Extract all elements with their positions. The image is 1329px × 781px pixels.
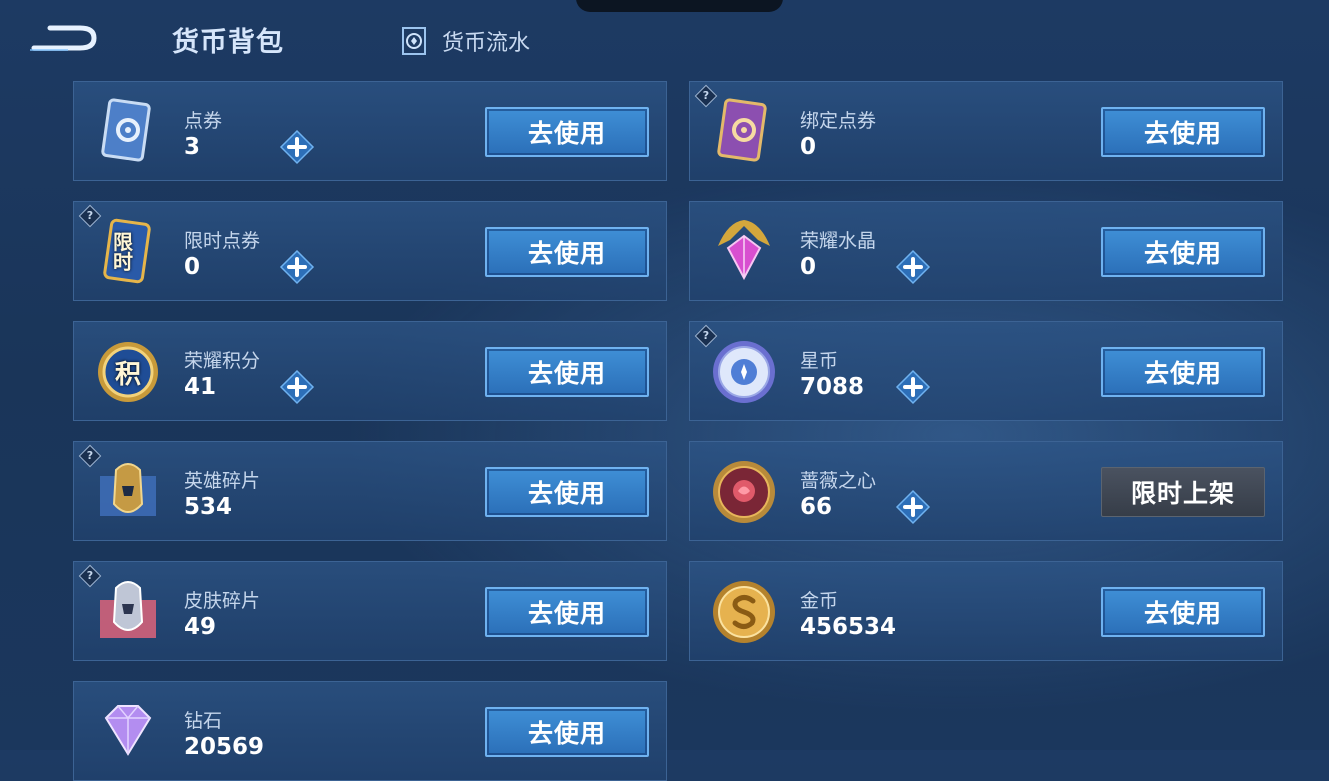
currency-card: 蔷薇之心 66 限时上架 (689, 441, 1283, 541)
top-notch (576, 0, 783, 12)
use-button[interactable]: 去使用 (1101, 347, 1265, 397)
currency-flow-label: 货币流水 (442, 31, 531, 56)
glory-crystal-icon (708, 216, 780, 288)
use-button[interactable]: 去使用 (485, 347, 649, 397)
currency-name: 钻石 (184, 710, 223, 732)
currency-card: 积 荣耀积分 41 去使用 (73, 321, 667, 421)
add-currency-button[interactable] (279, 249, 315, 285)
gold-coin-icon (708, 576, 780, 648)
add-currency-button[interactable] (895, 489, 931, 525)
currency-name: 点券 (184, 110, 223, 132)
add-currency-button[interactable] (279, 129, 315, 165)
currency-card: 点券 3 去使用 (73, 81, 667, 181)
plus-icon (895, 369, 931, 405)
currency-card: ? 英雄碎片 534 去使用 (73, 441, 667, 541)
use-button[interactable]: 去使用 (485, 467, 649, 517)
plus-icon (895, 489, 931, 525)
limited-listing-button[interactable]: 限时上架 (1101, 467, 1265, 517)
back-button[interactable] (28, 22, 98, 56)
currency-name: 蔷薇之心 (800, 470, 877, 492)
currency-amount: 66 (800, 494, 833, 520)
bound-coupon-card-icon (708, 96, 780, 168)
currency-amount: 49 (184, 614, 217, 640)
add-currency-button[interactable] (895, 369, 931, 405)
use-button[interactable]: 去使用 (485, 107, 649, 157)
currency-amount: 0 (800, 134, 817, 160)
currency-amount: 456534 (800, 614, 897, 640)
add-currency-button[interactable] (895, 249, 931, 285)
use-button[interactable]: 去使用 (485, 227, 649, 277)
hero-fragment-icon (92, 456, 164, 528)
currency-amount: 3 (184, 134, 201, 160)
currency-card: ? 星币 7088 去使用 (689, 321, 1283, 421)
currency-card: 钻石 20569 去使用 (73, 681, 667, 781)
currency-card: ? 限时 限时点券 0 去使用 (73, 201, 667, 301)
currency-amount: 20569 (184, 734, 265, 760)
currency-card: ? 皮肤碎片 49 去使用 (73, 561, 667, 661)
currency-name: 绑定点券 (800, 110, 877, 132)
currency-amount: 534 (184, 494, 233, 520)
skin-fragment-icon (92, 576, 164, 648)
page-title: 货币背包 (172, 27, 284, 58)
currency-name: 皮肤碎片 (184, 590, 261, 612)
currency-name: 星币 (800, 350, 839, 372)
currency-name: 金币 (800, 590, 839, 612)
currency-amount: 41 (184, 374, 217, 400)
diamond-icon (92, 696, 164, 768)
plus-icon (895, 249, 931, 285)
currency-card: 荣耀水晶 0 去使用 (689, 201, 1283, 301)
currency-flow-button[interactable]: 货币流水 (398, 24, 530, 58)
plus-icon (279, 129, 315, 165)
use-button[interactable]: 去使用 (1101, 107, 1265, 157)
currency-card: 金币 456534 去使用 (689, 561, 1283, 661)
currency-card: ? 绑定点券 0 去使用 (689, 81, 1283, 181)
currency-amount: 0 (800, 254, 817, 280)
back-arrow-icon (30, 25, 97, 51)
currency-amount: 0 (184, 254, 201, 280)
icon-text: 限时 (113, 230, 133, 274)
currency-amount: 7088 (800, 374, 865, 400)
use-button[interactable]: 去使用 (485, 587, 649, 637)
rose-heart-icon (708, 456, 780, 528)
star-coin-icon (708, 336, 780, 408)
use-button[interactable]: 去使用 (1101, 587, 1265, 637)
icon-text: 积 (114, 359, 141, 390)
add-currency-button[interactable] (279, 369, 315, 405)
currency-name: 英雄碎片 (184, 470, 261, 492)
currency-name: 荣耀积分 (184, 350, 261, 372)
limited-coupon-icon: 限时 (92, 216, 164, 288)
use-button[interactable]: 去使用 (1101, 227, 1265, 277)
plus-icon (279, 369, 315, 405)
plus-icon (279, 249, 315, 285)
glory-points-icon: 积 (92, 336, 164, 408)
currency-name: 荣耀水晶 (800, 230, 877, 252)
coupon-card-icon (92, 96, 164, 168)
flow-record-icon (402, 27, 426, 55)
currency-name: 限时点券 (184, 230, 261, 252)
